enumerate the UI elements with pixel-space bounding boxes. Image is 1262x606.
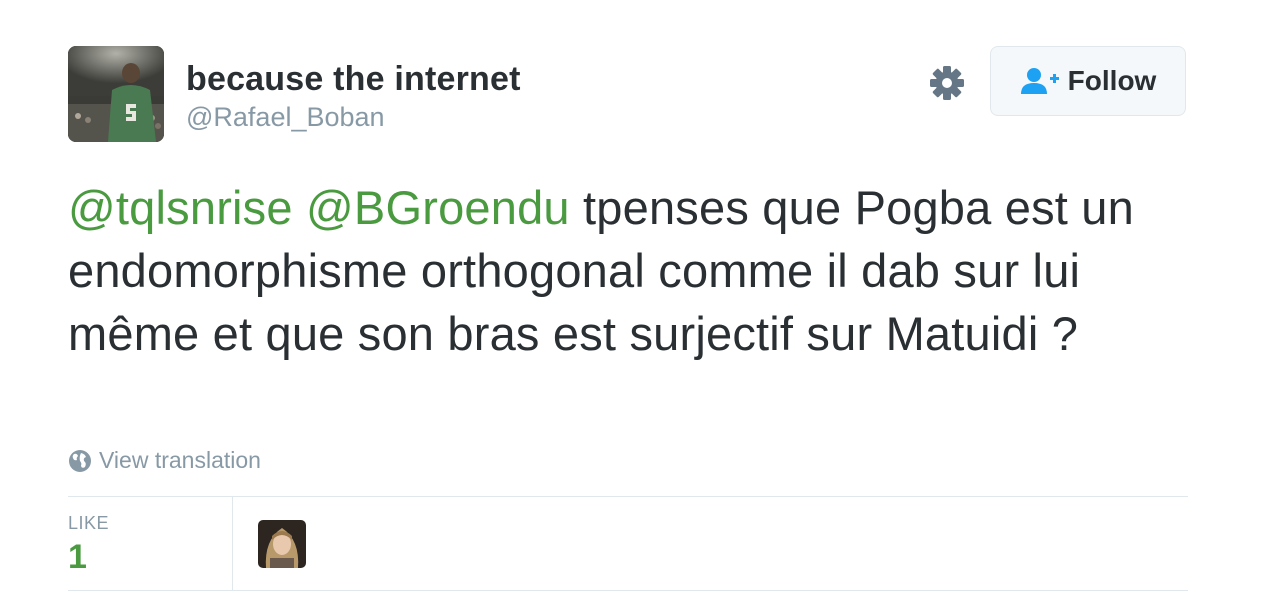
- mention-link[interactable]: @BGroendu: [306, 181, 570, 234]
- basketball-player-avatar: [68, 46, 164, 142]
- like-count[interactable]: 1: [68, 538, 87, 577]
- view-translation-link[interactable]: View translation: [68, 447, 261, 474]
- display-name[interactable]: because the internet: [186, 60, 521, 99]
- divider: [68, 496, 1188, 497]
- mention-link[interactable]: @tqlsnrise: [68, 181, 293, 234]
- globe-icon: [69, 449, 91, 472]
- like-label: LIKE: [68, 513, 110, 533]
- liker-avatar[interactable]: [258, 520, 306, 568]
- divider: [232, 497, 233, 591]
- user-avatar[interactable]: [68, 46, 164, 142]
- tweet-text: @tqlsnrise @BGroendu tpenses que Pogba e…: [68, 176, 1208, 365]
- add-user-icon: [1020, 68, 1059, 94]
- gear-icon[interactable]: [928, 64, 966, 102]
- follow-button[interactable]: Follow: [990, 46, 1186, 116]
- divider: [68, 590, 1188, 591]
- view-translation-label: View translation: [99, 447, 261, 473]
- user-handle[interactable]: @Rafael_Boban: [186, 102, 385, 133]
- follow-label: Follow: [1067, 65, 1157, 96]
